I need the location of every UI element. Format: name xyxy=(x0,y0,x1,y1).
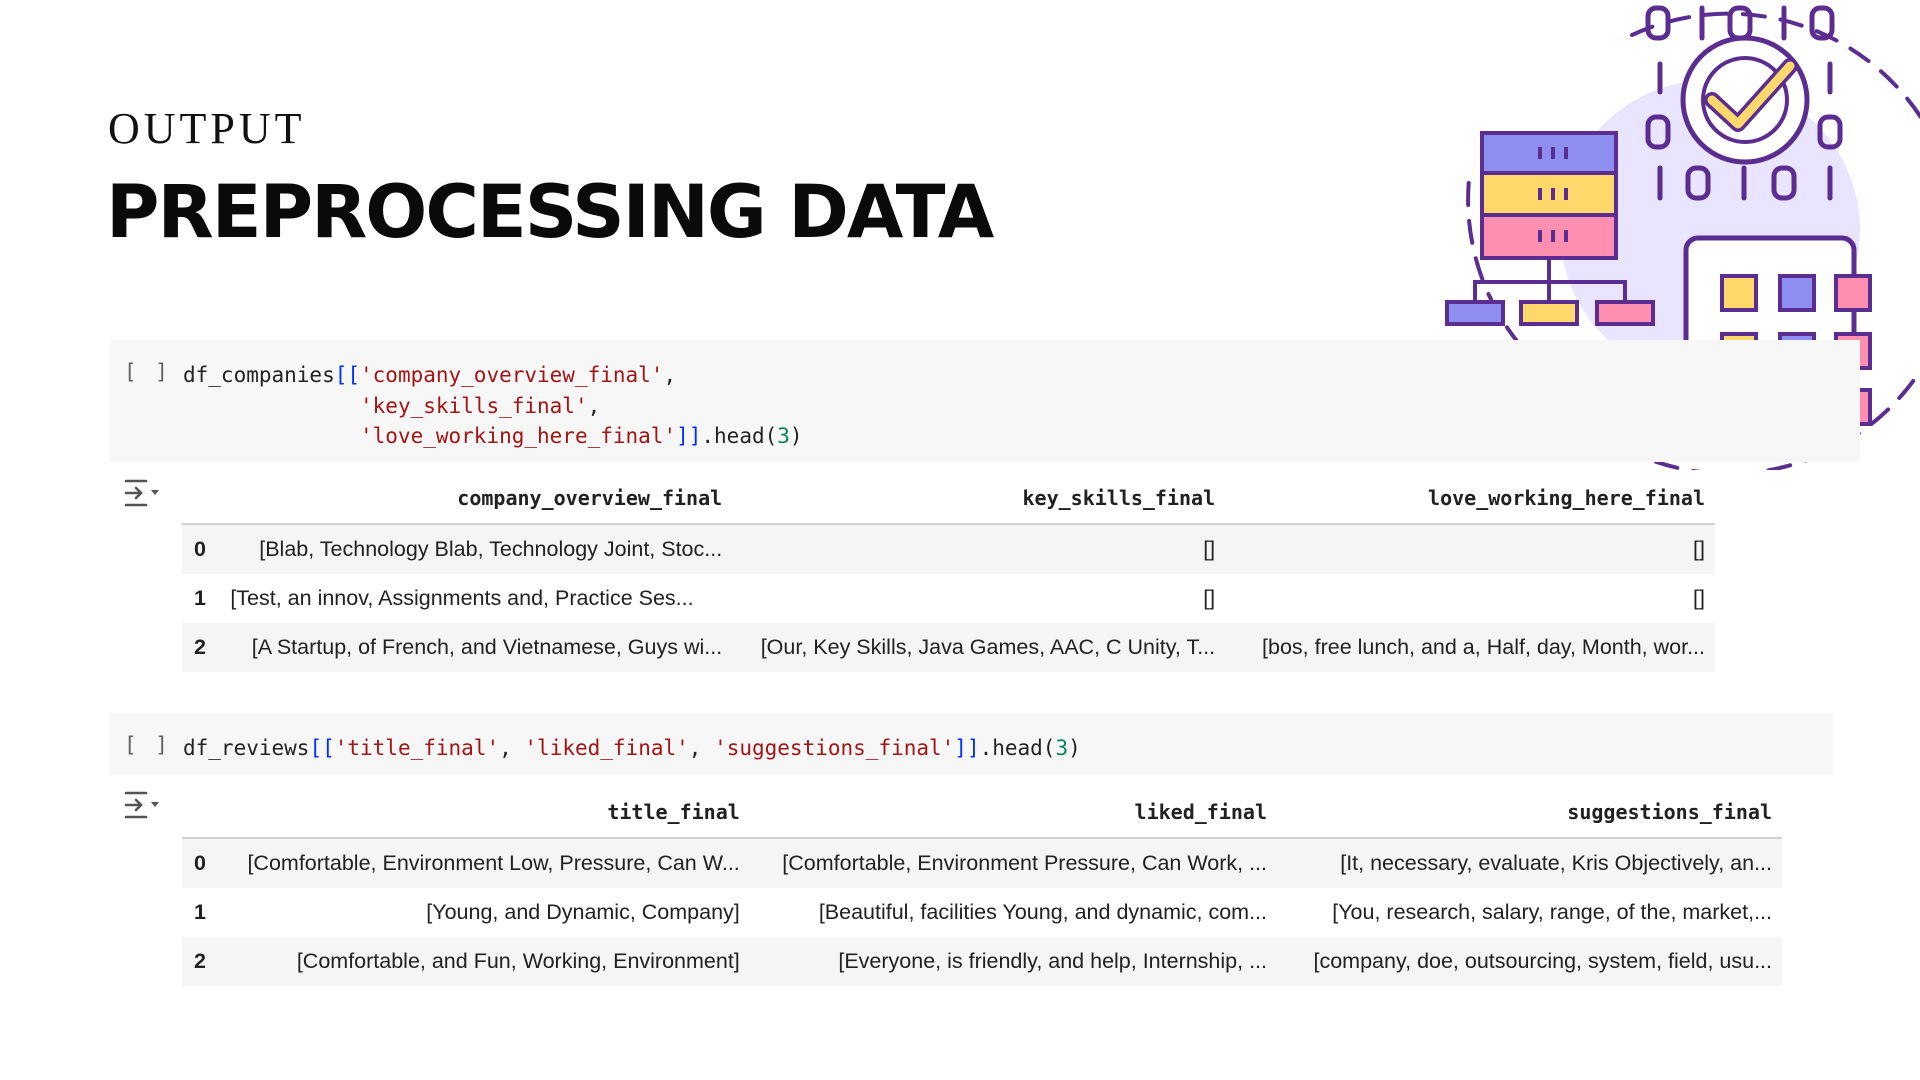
code-number: 3 xyxy=(1055,736,1069,760)
column-header: love_working_here_final xyxy=(1225,473,1715,525)
code-string: 'title_final' xyxy=(334,736,500,760)
row-index: 2 xyxy=(182,937,220,986)
table-row: 2 [A Startup, of French, and Vietnamese,… xyxy=(182,623,1715,672)
table-cell: [bos, free lunch, and a, Half, day, Mont… xyxy=(1225,623,1715,672)
output-toggle-icon[interactable] xyxy=(124,789,160,821)
code-text[interactable]: df_companies[['company_overview_final', … xyxy=(183,360,803,452)
table-cell: [Everyone, is friendly, and help, Intern… xyxy=(749,937,1277,986)
table-cell: [Comfortable, Environment Low, Pressure,… xyxy=(219,838,750,888)
column-header: suggestions_final xyxy=(1277,787,1782,839)
output-toggle-icon[interactable] xyxy=(124,477,160,509)
code-string: 'love_working_here_final' xyxy=(360,424,677,448)
code-punct: , xyxy=(663,363,677,387)
table-cell: [Young, and Dynamic, Company] xyxy=(426,900,740,924)
dataframe-reviews-table: title_final liked_final suggestions_fina… xyxy=(182,787,1782,986)
code-punct: ) xyxy=(789,424,803,448)
code-bracket: [[ xyxy=(309,736,335,760)
run-cell-button[interactable]: [ ] xyxy=(124,360,171,384)
slide-subtitle: OUTPUT xyxy=(108,104,306,153)
table-row: 0 [Comfortable, Environment Low, Pressur… xyxy=(182,838,1782,888)
table-cell: [] xyxy=(1225,524,1715,574)
column-header: title_final xyxy=(219,787,750,839)
table-cell: [Blab, Technology Blab, Technology Joint… xyxy=(220,524,733,574)
table-cell: [Beautiful, facilities Young, and dynami… xyxy=(818,900,1267,924)
slide-title: PREPROCESSING DATA xyxy=(106,170,994,255)
table-row: 2 [Comfortable, and Fun, Working, Enviro… xyxy=(182,937,1782,986)
column-header: company_overview_final xyxy=(220,473,733,525)
code-punct: , xyxy=(587,393,601,418)
code-string: 'liked_final' xyxy=(524,736,689,760)
row-index: 1 xyxy=(194,586,206,610)
code-text[interactable]: df_reviews[['title_final', 'liked_final'… xyxy=(183,733,1081,764)
table-header-row: company_overview_final key_skills_final … xyxy=(182,473,1715,525)
code-bracket: ]] xyxy=(954,736,980,760)
column-header: liked_final xyxy=(749,787,1277,839)
table-cell: [Comfortable, and Fun, Working, Environm… xyxy=(219,937,750,986)
code-bracket: [[ xyxy=(334,363,361,387)
table-cell: [A Startup, of French, and Vietnamese, G… xyxy=(220,623,733,672)
table-header-row: title_final liked_final suggestions_fina… xyxy=(182,787,1782,839)
table-cell: [It, necessary, evaluate, Kris Objective… xyxy=(1277,838,1782,888)
code-cell-companies[interactable]: [ ] df_companies[['company_overview_fina… xyxy=(110,340,1860,462)
table-cell: [You, research, salary, range, of the, m… xyxy=(1332,900,1772,924)
code-cell-reviews[interactable]: [ ] df_reviews[['title_final', 'liked_fi… xyxy=(110,713,1833,775)
code-string: 'key_skills_final' xyxy=(360,393,588,418)
table-cell: [] xyxy=(1203,586,1216,610)
table-cell: [] xyxy=(1693,586,1705,610)
table-row: 1 [Young, and Dynamic, Company] [Beautif… xyxy=(182,888,1782,937)
table-cell: [Test, an innov, Assignments and, Practi… xyxy=(230,586,694,610)
index-header xyxy=(182,473,221,525)
column-header: key_skills_final xyxy=(732,473,1226,525)
code-var: df_companies xyxy=(183,363,335,387)
code-string: 'suggestions_final' xyxy=(714,736,955,760)
index-header xyxy=(182,787,220,839)
code-number: 3 xyxy=(777,424,790,448)
table-cell: [company, doe, outsourcing, system, fiel… xyxy=(1277,937,1782,986)
table-row: 1 [Test, an innov, Assignments and, Prac… xyxy=(182,574,1715,623)
code-string: 'company_overview_final' xyxy=(360,363,664,387)
table-cell: [Our, Key Skills, Java Games, AAC, C Uni… xyxy=(732,623,1226,672)
code-bracket: ]] xyxy=(676,424,702,448)
table-cell: [Comfortable, Environment Pressure, Can … xyxy=(749,838,1277,888)
row-index: 0 xyxy=(182,524,221,574)
code-method: .head( xyxy=(701,424,778,448)
row-index: 0 xyxy=(182,838,220,888)
dataframe-companies-table: company_overview_final key_skills_final … xyxy=(182,473,1715,672)
table-cell: [] xyxy=(732,524,1226,574)
row-index: 2 xyxy=(182,623,221,672)
row-index: 1 xyxy=(194,900,206,924)
code-var: df_reviews xyxy=(183,736,310,760)
table-row: 0 [Blab, Technology Blab, Technology Joi… xyxy=(182,524,1715,574)
run-cell-button[interactable]: [ ] xyxy=(124,733,171,757)
